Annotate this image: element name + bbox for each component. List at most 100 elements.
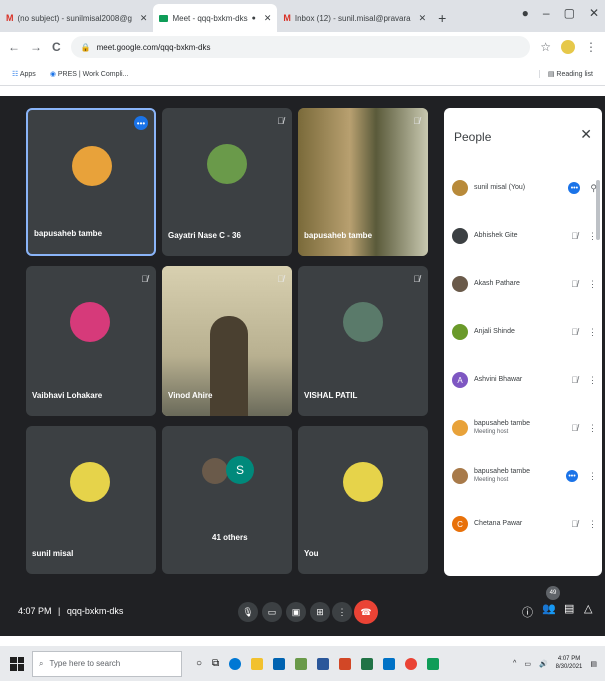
bookmark-apps[interactable]: ☷ Apps	[12, 70, 36, 78]
more-vert-icon[interactable]: ⋮	[588, 231, 597, 242]
more-options-button[interactable]: ⋮	[332, 602, 352, 622]
tab-label: Meet - qqq-bxkm-dks	[172, 13, 248, 23]
meet-app-icon[interactable]	[427, 657, 440, 670]
url-text: meet.google.com/qqq-bxkm-dks	[96, 42, 211, 52]
profile-dot-icon[interactable]: ●	[522, 6, 529, 20]
back-icon[interactable]: ←	[8, 40, 20, 54]
task-view-icon[interactable]: ⧉	[212, 658, 219, 669]
close-icon[interactable]: ✕	[264, 13, 272, 24]
pin-icon[interactable]: ⚲	[590, 183, 597, 194]
participant-name: sunil misal	[32, 549, 74, 558]
cortana-icon[interactable]: ○	[196, 658, 202, 669]
meet-icon	[159, 14, 169, 22]
tab-gmail-draft[interactable]: M (no subject) - sunilmisal2008@g ✕	[0, 4, 153, 32]
volume-icon[interactable]: 🔊	[539, 660, 548, 668]
person-name: Anjali Shinde	[474, 327, 515, 335]
close-icon[interactable]: ✕	[419, 13, 427, 24]
person-row[interactable]: sunil misal (You) ••• ⚲	[452, 168, 597, 208]
profile-avatar[interactable]	[561, 40, 575, 54]
info-icon[interactable]: ⓘ	[522, 604, 533, 620]
menu-icon[interactable]: ⋮	[585, 40, 597, 54]
mic-off-icon: 🎙̸	[571, 423, 578, 433]
participant-tile[interactable]: 🎙̸ Vinod Ahire	[162, 266, 292, 416]
close-icon[interactable]: ✕	[580, 126, 592, 143]
taskbar-search[interactable]: ⌕ Type here to search	[32, 650, 182, 677]
forward-icon[interactable]: →	[30, 40, 42, 54]
participant-tile[interactable]: 🎙̸ Gayatri Nase C - 36	[162, 108, 292, 256]
lock-icon[interactable]: 🔒	[81, 43, 91, 52]
mic-off-icon: 🎙̸	[571, 327, 578, 337]
participant-tile[interactable]: You	[298, 426, 428, 574]
star-icon[interactable]: ☆	[540, 40, 551, 54]
avatar	[70, 462, 110, 502]
person-row[interactable]: C Chetana Pawar 🎙̸ ⋮	[452, 504, 597, 544]
person-row[interactable]: bapusaheb tambe Meeting host ••• ⋮	[452, 456, 597, 496]
more-vert-icon[interactable]: ⋮	[588, 519, 597, 530]
chrome-icon[interactable]	[405, 657, 418, 670]
minimize-icon[interactable]: –	[543, 6, 550, 20]
notification-icon[interactable]: ▤	[590, 660, 597, 668]
edge-icon[interactable]	[229, 657, 242, 670]
close-icon[interactable]: ✕	[140, 13, 148, 24]
person-row[interactable]: Akash Pathare 🎙̸ ⋮	[452, 264, 597, 304]
participant-name: bapusaheb tambe	[34, 229, 103, 238]
address-bar[interactable]: 🔒 meet.google.com/qqq-bxkm-dks	[70, 36, 531, 58]
participant-tile[interactable]: 🎙̸ Vaibhavi Lohakare	[26, 266, 156, 416]
powerpoint-icon[interactable]	[339, 657, 352, 670]
participant-tile[interactable]: ••• bapusaheb tambe	[26, 108, 156, 256]
person-row[interactable]: Anjali Shinde 🎙̸ ⋮	[452, 312, 597, 352]
activities-icon[interactable]: △	[584, 602, 592, 615]
captions-button[interactable]: ▣	[286, 602, 306, 622]
participants-button[interactable]: 👥	[542, 602, 556, 615]
more-options-icon[interactable]: •••	[566, 470, 578, 482]
tab-meet[interactable]: Meet - qqq-bxkm-dks ● ✕	[153, 4, 278, 32]
new-tab-button[interactable]: +	[432, 4, 452, 32]
file-explorer-icon[interactable]	[251, 657, 264, 670]
chevron-up-icon[interactable]: ^	[513, 660, 516, 667]
more-vert-icon[interactable]: ⋮	[588, 327, 597, 338]
reload-icon[interactable]: C	[52, 40, 61, 54]
bookmark-pres[interactable]: ◉ PRES | Work Compli...	[50, 70, 129, 78]
more-vert-icon[interactable]: ⋮	[588, 279, 597, 290]
participant-name: You	[304, 549, 319, 558]
outlook-icon[interactable]	[383, 657, 396, 670]
network-icon[interactable]: ▭	[524, 660, 531, 668]
restore-icon[interactable]: ▢	[564, 6, 575, 20]
word-icon[interactable]	[317, 657, 330, 670]
participant-tile[interactable]: 🎙̸ VISHAL PATIL	[298, 266, 428, 416]
person-row[interactable]: A Ashvini Bhawar 🎙̸ ⋮	[452, 360, 597, 400]
participant-name: Gayatri Nase C - 36	[168, 231, 241, 240]
person-row[interactable]: bapusaheb tambe Meeting host 🎙̸ ⋮	[452, 408, 597, 448]
others-tile[interactable]: S 41 others	[162, 426, 292, 574]
camera-button[interactable]: ▭	[262, 602, 282, 622]
more-vert-icon[interactable]: ⋮	[588, 375, 597, 386]
windows-taskbar: ⌕ Type here to search ○ ⧉ ^ ▭ 🔊 4:07 PM …	[0, 646, 605, 681]
close-window-icon[interactable]: ✕	[589, 6, 599, 20]
taskbar-clock[interactable]: 4:07 PM 8/30/2021	[556, 656, 583, 670]
present-button[interactable]: ⊞	[310, 602, 330, 622]
person-row[interactable]: Abhishek Gite 🎙̸ ⋮	[452, 216, 597, 256]
participant-tile[interactable]: sunil misal	[26, 426, 156, 574]
windows-start-icon[interactable]	[10, 656, 24, 671]
more-vert-icon[interactable]: ⋮	[588, 423, 597, 434]
others-count: 41 others	[212, 533, 248, 542]
avatar	[343, 302, 383, 342]
gmail-icon: M	[283, 13, 291, 23]
notepad-icon[interactable]	[295, 657, 308, 670]
chat-icon[interactable]: ▤	[564, 602, 574, 615]
leave-call-button[interactable]: ☎	[354, 600, 378, 624]
mic-button[interactable]: 🎙	[238, 602, 258, 622]
participant-tile[interactable]: 🎙̸ bapusaheb tambe	[298, 108, 428, 256]
window-controls: ● – ▢ ✕	[522, 6, 599, 20]
store-icon[interactable]	[273, 657, 286, 670]
more-options-icon[interactable]: •••	[134, 116, 148, 130]
tab-gmail-inbox[interactable]: M Inbox (12) - sunil.misal@pravara ✕	[277, 4, 432, 32]
gmail-icon: M	[6, 13, 14, 23]
person-silhouette	[210, 316, 248, 416]
person-name: Chetana Pawar	[474, 519, 523, 527]
more-vert-icon[interactable]: ⋮	[588, 471, 597, 482]
clock-date: 8/30/2021	[555, 663, 583, 670]
reading-list[interactable]: ▤ Reading list	[538, 69, 593, 78]
excel-icon[interactable]	[361, 657, 374, 670]
more-options-icon[interactable]: •••	[568, 182, 581, 194]
